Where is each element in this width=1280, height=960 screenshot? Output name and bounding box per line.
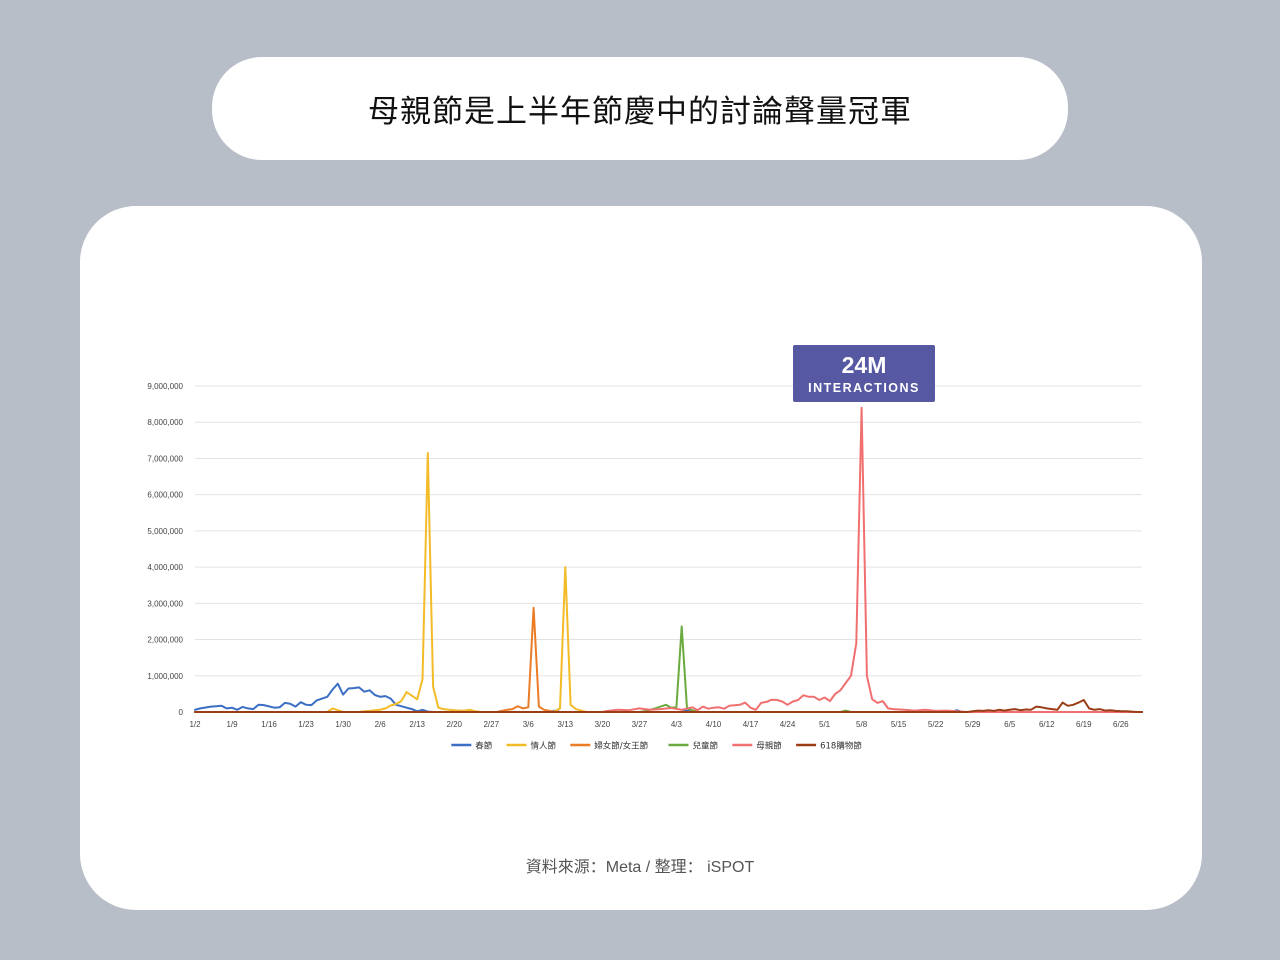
x-tick-label: 5/22 bbox=[928, 720, 944, 729]
x-tick-label: 1/9 bbox=[226, 720, 238, 729]
legend-label: 情人節 bbox=[531, 741, 557, 752]
legend-label: 婦女節/女王節 bbox=[594, 741, 648, 752]
x-tick-label: 2/13 bbox=[409, 720, 425, 729]
series-line bbox=[194, 452, 1143, 713]
x-tick-label: 1/23 bbox=[298, 720, 314, 729]
x-tick-label: 2/27 bbox=[483, 720, 499, 729]
legend-label: 618購物節 bbox=[820, 741, 862, 752]
series-line bbox=[194, 406, 1143, 713]
source-note: 資料來源：Meta / 整理： iSPOT bbox=[525, 859, 755, 876]
callout-label: INTERACTIONS bbox=[808, 381, 920, 395]
x-tick-label: 3/20 bbox=[595, 720, 611, 729]
x-tick-label: 6/12 bbox=[1039, 720, 1055, 729]
callout-value: 24M bbox=[842, 352, 887, 378]
y-tick-label: 6,000,000 bbox=[147, 491, 183, 500]
x-tick-label: 1/2 bbox=[189, 720, 201, 729]
x-tick-label: 5/1 bbox=[819, 720, 831, 729]
x-tick-label: 4/10 bbox=[706, 720, 722, 729]
x-tick-label: 4/3 bbox=[671, 720, 683, 729]
page-title: 母親節是上半年節慶中的討論聲量冠軍 bbox=[368, 94, 912, 130]
y-tick-label: 5,000,000 bbox=[147, 527, 183, 536]
x-tick-label: 5/15 bbox=[891, 720, 907, 729]
x-tick-label: 6/26 bbox=[1113, 720, 1129, 729]
y-tick-label: 0 bbox=[179, 708, 184, 717]
y-tick-label: 3,000,000 bbox=[147, 599, 183, 608]
title-card: 母親節是上半年節慶中的討論聲量冠軍 bbox=[212, 57, 1068, 160]
y-tick-label: 9,000,000 bbox=[147, 382, 183, 391]
x-tick-label: 4/24 bbox=[780, 720, 796, 729]
x-tick-label: 6/5 bbox=[1004, 720, 1016, 729]
legend-label: 兒童節 bbox=[693, 741, 719, 752]
line-chart: 0 1,000,000 2,000,000 3,000,000 4,000,000 5,0… bbox=[147, 345, 1143, 752]
x-tick-label: 3/6 bbox=[523, 720, 535, 729]
x-tick-label: 4/17 bbox=[743, 720, 759, 729]
x-tick-label: 6/19 bbox=[1076, 720, 1092, 729]
x-tick-label: 2/20 bbox=[446, 720, 462, 729]
x-tick-label: 1/16 bbox=[261, 720, 277, 729]
chart-card: 0 1,000,000 2,000,000 3,000,000 4,000,000 5,0… bbox=[80, 206, 1202, 910]
series-line bbox=[194, 606, 1143, 713]
legend-label: 母親節 bbox=[756, 741, 782, 752]
x-tick-label: 1/30 bbox=[335, 720, 351, 729]
y-tick-label: 7,000,000 bbox=[147, 454, 183, 463]
y-tick-label: 1,000,000 bbox=[147, 672, 183, 681]
y-tick-label: 4,000,000 bbox=[147, 563, 183, 572]
x-tick-label: 3/27 bbox=[632, 720, 648, 729]
x-tick-label: 3/13 bbox=[558, 720, 574, 729]
y-tick-label: 2,000,000 bbox=[147, 636, 183, 645]
x-tick-label: 5/29 bbox=[965, 720, 981, 729]
x-tick-label: 5/8 bbox=[856, 720, 868, 729]
y-tick-label: 8,000,000 bbox=[147, 418, 183, 427]
x-tick-label: 2/6 bbox=[375, 720, 387, 729]
legend-label: 春節 bbox=[475, 741, 493, 752]
